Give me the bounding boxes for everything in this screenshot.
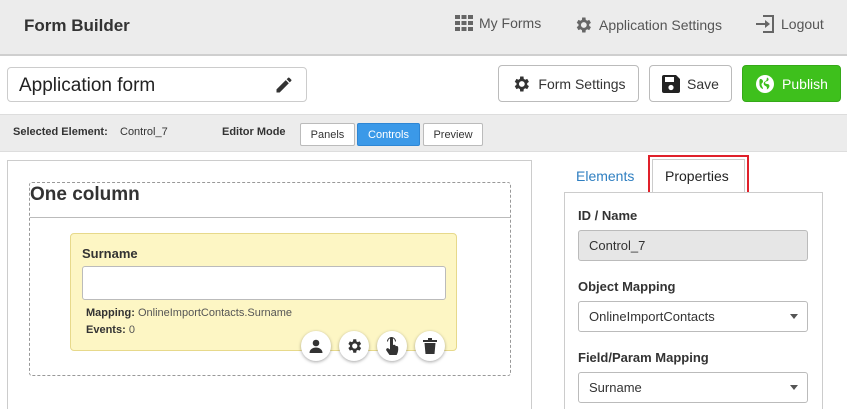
form-settings-button[interactable]: Form Settings: [498, 65, 639, 102]
id-name-label: ID / Name: [578, 208, 638, 223]
control-user-button[interactable]: [301, 331, 331, 361]
field-mapping-select[interactable]: Surname: [578, 372, 808, 403]
gear-icon: [576, 17, 591, 33]
logout-icon: [756, 15, 774, 33]
field-mapping-label: Field/Param Mapping: [578, 350, 709, 365]
save-label: Save: [687, 75, 719, 92]
control-delete-button[interactable]: [415, 331, 445, 361]
events-value: 0: [128, 324, 135, 336]
form-title-text: Application form: [19, 75, 156, 96]
nav-application-settings-label: Application Settings: [599, 17, 722, 33]
control-settings-button[interactable]: [339, 331, 369, 361]
form-title-field[interactable]: Application form: [7, 67, 307, 102]
object-mapping-value: OnlineImportContacts: [589, 309, 715, 324]
app-brand: Form Builder: [24, 16, 130, 35]
globe-icon: [756, 74, 775, 93]
gear-icon: [348, 339, 362, 353]
trash-icon: [423, 338, 437, 354]
pencil-icon[interactable]: [274, 75, 294, 95]
control-events: Events: 0: [86, 324, 135, 336]
control-mapping: Mapping: OnlineImportContacts.Surname: [86, 307, 292, 319]
selected-element-label: Selected Element:: [13, 126, 108, 138]
user-icon: [309, 339, 323, 353]
gear-icon: [515, 76, 530, 91]
mode-preview-button[interactable]: Preview: [423, 123, 483, 146]
publish-label: Publish: [782, 75, 828, 92]
panel-divider: [30, 217, 510, 218]
control-label: Surname: [82, 246, 138, 261]
floppy-disk-icon: [662, 74, 681, 93]
mapping-label: Mapping:: [86, 307, 135, 319]
touch-icon: [386, 337, 399, 355]
publish-button[interactable]: Publish: [742, 65, 841, 102]
control-events-button[interactable]: [377, 331, 407, 361]
selected-element-value: Control_7: [120, 126, 168, 138]
caret-down-icon: [790, 314, 798, 319]
save-button[interactable]: Save: [649, 65, 732, 102]
form-settings-label: Form Settings: [538, 75, 626, 92]
caret-down-icon: [790, 385, 798, 390]
events-label: Events:: [86, 324, 126, 336]
editor-status-bar: Selected Element: Control_7 Editor Mode …: [0, 114, 847, 152]
field-mapping-value: Surname: [589, 380, 642, 395]
nav-logout-label: Logout: [781, 16, 824, 32]
panel-title: One column: [30, 184, 140, 205]
tab-elements[interactable]: Elements: [576, 168, 634, 184]
id-name-field: Control_7: [578, 230, 808, 261]
surname-input[interactable]: [82, 266, 446, 300]
nav-my-forms-label: My Forms: [479, 15, 542, 31]
top-header: Form Builder My Forms Application Settin…: [0, 0, 847, 56]
nav-my-forms[interactable]: My Forms: [455, 15, 541, 31]
object-mapping-label: Object Mapping: [578, 279, 676, 294]
nav-logout[interactable]: Logout: [755, 15, 824, 33]
grid-icon: [455, 15, 473, 31]
mode-controls-button[interactable]: Controls: [357, 123, 420, 146]
mode-panels-button[interactable]: Panels: [300, 123, 355, 146]
mapping-value: OnlineImportContacts.Surname: [137, 307, 293, 319]
nav-application-settings[interactable]: Application Settings: [573, 15, 722, 35]
editor-mode-label: Editor Mode: [222, 126, 286, 138]
object-mapping-select[interactable]: OnlineImportContacts: [578, 301, 808, 332]
